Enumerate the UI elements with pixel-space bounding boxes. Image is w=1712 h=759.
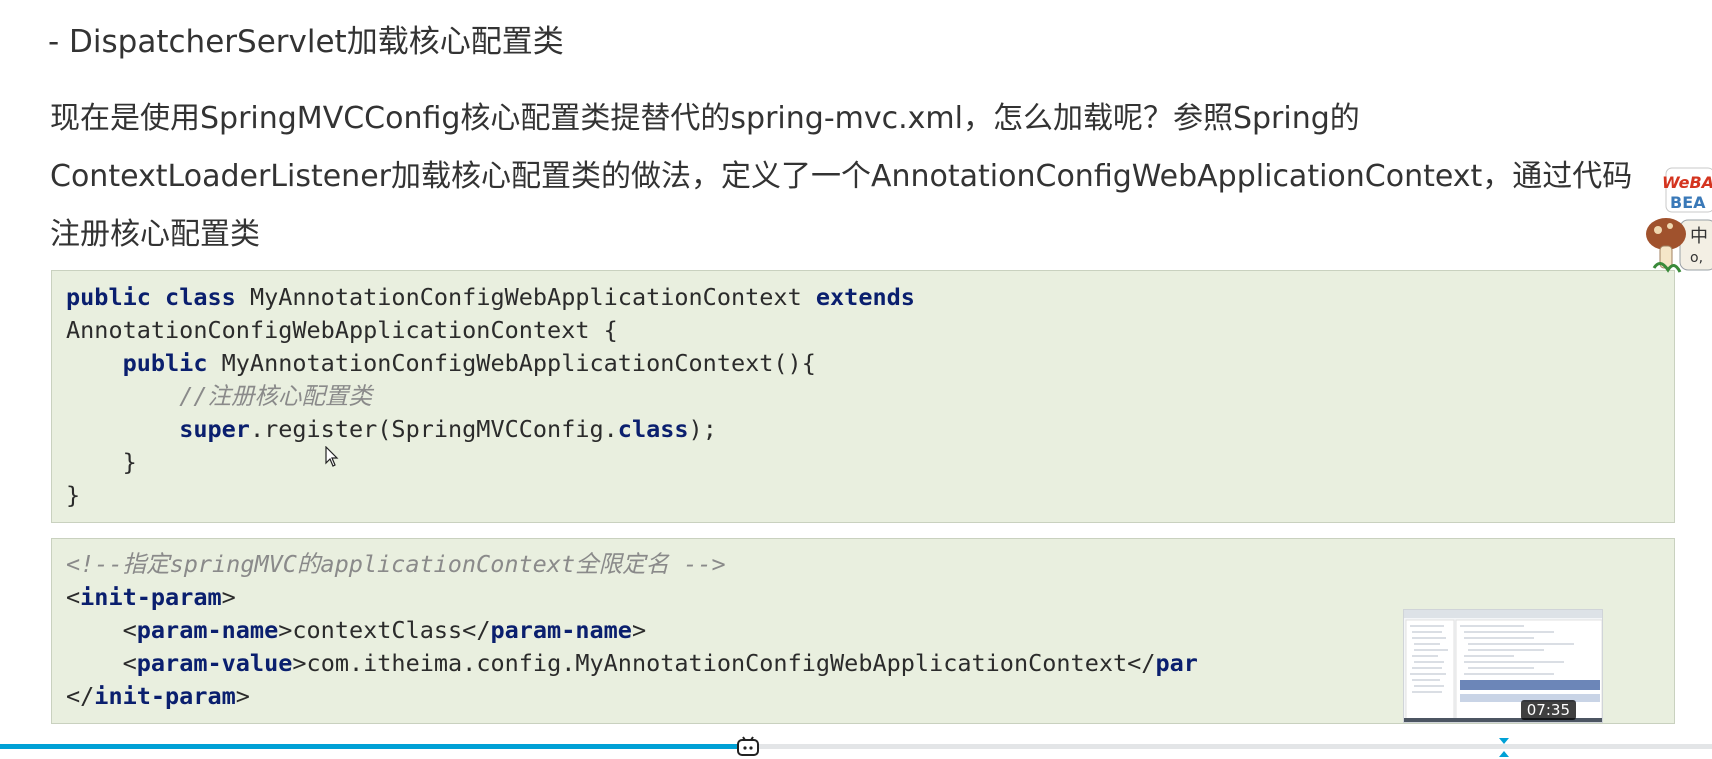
xml-tag: init-param bbox=[94, 682, 236, 710]
badge-text: BEA bbox=[1670, 193, 1706, 212]
xml-line-param-name: <param-name>contextClass</param-name> bbox=[66, 616, 647, 644]
constructor-signature: MyAnnotationConfigWebApplicationContext(… bbox=[207, 349, 816, 377]
code-line-4: //注册核心配置类 bbox=[66, 380, 372, 413]
progress-fill bbox=[0, 744, 749, 749]
code-comment: //注册核心配置类 bbox=[179, 382, 372, 410]
preview-timestamp: 07:35 bbox=[1520, 700, 1576, 720]
mascot-sticker: WeBA BEA 中 o, bbox=[1640, 150, 1712, 280]
badge-text: WeBA bbox=[1662, 173, 1712, 192]
xml-value: contextClass bbox=[292, 616, 463, 644]
code-line-5: super.register(SpringMVCConfig.class); bbox=[66, 413, 717, 446]
chapter-marker-icon[interactable] bbox=[1496, 736, 1512, 759]
keyword: public bbox=[66, 283, 151, 311]
code-line-2: AnnotationConfigWebApplicationContext { bbox=[66, 316, 618, 344]
class-name: MyAnnotationConfigWebApplicationContext bbox=[235, 283, 816, 311]
xml-tag: param-value bbox=[136, 649, 293, 677]
keyword: class bbox=[165, 283, 236, 311]
xml-line-open: <init-param> bbox=[66, 583, 236, 611]
badge-text: o, bbox=[1690, 250, 1703, 266]
xml-line-param-value: <param-value>com.itheima.config.MyAnnota… bbox=[66, 649, 1198, 677]
keyword: public bbox=[122, 349, 208, 377]
statement-end: ); bbox=[688, 415, 717, 443]
xml-tag: param-name bbox=[490, 616, 632, 644]
keyword: extends bbox=[815, 283, 915, 311]
java-code-block: public class MyAnnotationConfigWebApplic… bbox=[51, 270, 1675, 523]
xml-tag: par bbox=[1155, 649, 1198, 677]
section-heading: - DispatcherServlet加载核心配置类 bbox=[48, 24, 564, 60]
code-line-7: } bbox=[66, 481, 81, 509]
code-line-1: public class MyAnnotationConfigWebApplic… bbox=[66, 281, 915, 314]
video-progress-bar[interactable] bbox=[0, 744, 1712, 749]
video-preview-thumbnail[interactable]: 07:35 bbox=[1403, 609, 1603, 723]
code-line-6: } bbox=[66, 448, 137, 476]
code-comment: <!--指定springMVC的applicationContext全限定名 -… bbox=[66, 550, 726, 578]
mascot-icon: WeBA BEA 中 o, bbox=[1646, 167, 1712, 273]
mouse-cursor-icon bbox=[325, 446, 339, 467]
keyword: class bbox=[617, 415, 689, 443]
xml-value: com.itheima.config.MyAnnotationConfigWeb… bbox=[306, 649, 1128, 677]
xml-tag: param-name bbox=[136, 616, 279, 644]
xml-tag: init-param bbox=[80, 583, 222, 611]
method-call: .register(SpringMVCConfig. bbox=[249, 415, 618, 443]
description-paragraph: 现在是使用SpringMVCConfig核心配置类提替代的spring-mvc.… bbox=[50, 101, 1633, 252]
progress-handle-icon[interactable] bbox=[736, 736, 760, 756]
xml-line-close: </init-param> bbox=[66, 682, 250, 710]
badge-text: 中 bbox=[1690, 226, 1708, 247]
keyword: super bbox=[179, 415, 250, 443]
code-line-3: public MyAnnotationConfigWebApplicationC… bbox=[66, 347, 816, 380]
xml-comment: <!--指定springMVC的applicationContext全限定名 -… bbox=[66, 548, 726, 581]
